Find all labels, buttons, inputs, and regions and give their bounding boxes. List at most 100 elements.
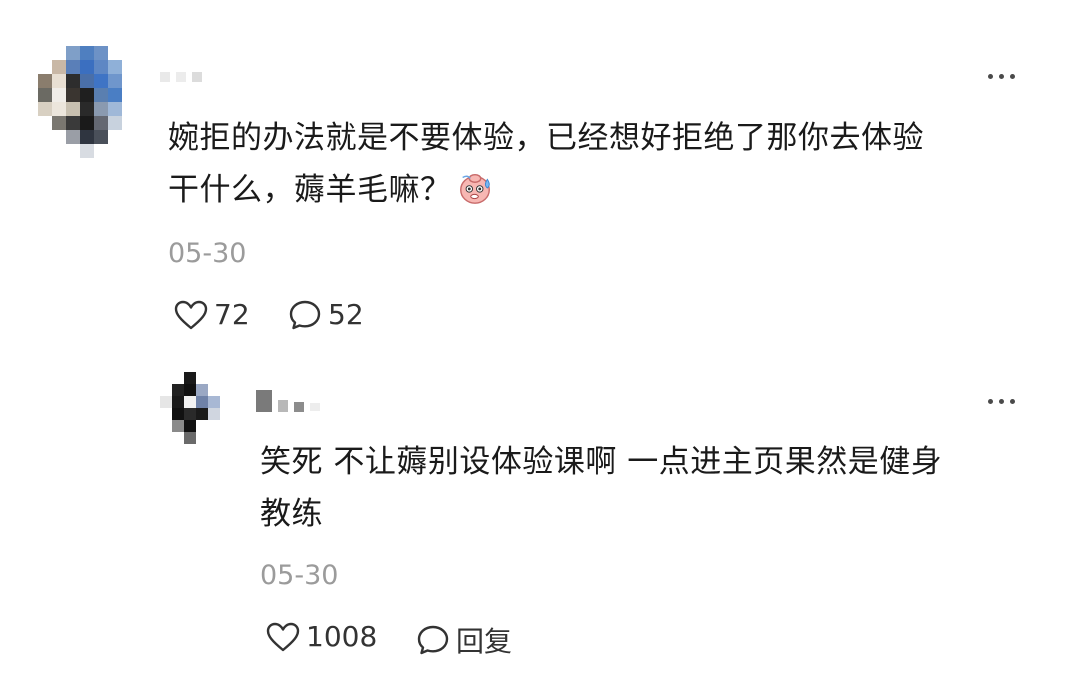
avatar-pixel: [52, 144, 66, 158]
avatar[interactable]: [160, 372, 232, 444]
comment-text: 婉拒的办法就是不要体验，已经想好拒绝了那你去体验 干什么，薅羊毛嘛？: [168, 112, 924, 216]
more-icon[interactable]: [988, 399, 1015, 404]
avatar-pixel: [160, 384, 172, 396]
avatar-pixel: [196, 432, 208, 444]
username[interactable]: [160, 72, 202, 82]
avatar-pixel: [220, 396, 232, 408]
avatar-pixel: [94, 74, 108, 88]
avatar-pixel: [196, 384, 208, 396]
avatar-pixel: [108, 74, 122, 88]
avatar-pixel: [172, 384, 184, 396]
avatar-pixel: [52, 60, 66, 74]
avatar-pixel: [196, 408, 208, 420]
avatar-pixel: [66, 88, 80, 102]
avatar-pixel: [38, 88, 52, 102]
avatar-pixel: [38, 130, 52, 144]
avatar-pixel: [122, 46, 136, 60]
avatar-pixel: [80, 144, 94, 158]
avatar-pixel: [80, 102, 94, 116]
avatar-pixel: [66, 46, 80, 60]
avatar-pixel: [94, 116, 108, 130]
avatar-pixel: [38, 46, 52, 60]
avatar-pixel: [52, 102, 66, 116]
heart-icon: [174, 300, 208, 329]
avatar-pixel: [122, 60, 136, 74]
avatar-pixel: [38, 60, 52, 74]
avatar-pixel: [160, 420, 172, 432]
comment-icon: [289, 300, 321, 329]
avatar-pixel: [196, 372, 208, 384]
avatar-pixel: [208, 432, 220, 444]
avatar-pixel: [66, 116, 80, 130]
avatar-pixel: [38, 144, 52, 158]
avatar-pixel: [160, 372, 172, 384]
avatar-pixel: [94, 88, 108, 102]
avatar-pixel: [220, 384, 232, 396]
avatar-pixel: [208, 420, 220, 432]
avatar-pixel: [80, 116, 94, 130]
avatar-pixel: [108, 130, 122, 144]
avatar-pixel: [66, 102, 80, 116]
reply-line: 笑死 不让薅别设体验课啊 一点进主页果然是健身: [260, 444, 943, 480]
avatar-pixel: [94, 60, 108, 74]
avatar-pixel: [108, 116, 122, 130]
avatar-pixel: [208, 396, 220, 408]
more-icon[interactable]: [988, 74, 1015, 79]
avatar-pixel: [80, 60, 94, 74]
avatar-pixel: [220, 408, 232, 420]
reply-count: 52: [328, 298, 364, 331]
avatar-pixel: [184, 408, 196, 420]
avatar-pixel: [184, 420, 196, 432]
avatar-pixel: [66, 144, 80, 158]
avatar-pixel: [184, 432, 196, 444]
avatar-pixel: [80, 74, 94, 88]
like-count: 72: [214, 298, 250, 331]
comment-date: 05-30: [168, 238, 247, 269]
avatar-pixel: [108, 102, 122, 116]
avatar-pixel: [52, 46, 66, 60]
comment-line: 婉拒的办法就是不要体验，已经想好拒绝了那你去体验: [168, 120, 924, 156]
avatar-pixel: [172, 432, 184, 444]
avatar-pixel: [94, 102, 108, 116]
avatar-pixel: [94, 46, 108, 60]
avatar-pixel: [220, 420, 232, 432]
avatar-pixel: [52, 74, 66, 88]
avatar-pixel: [52, 88, 66, 102]
avatar-pixel: [94, 130, 108, 144]
like-button[interactable]: 72: [174, 298, 250, 331]
avatar-pixel: [122, 88, 136, 102]
avatar-pixel: [38, 116, 52, 130]
avatar-pixel: [172, 372, 184, 384]
reply-label: 回复: [456, 625, 513, 658]
comment-icon: [417, 625, 449, 655]
avatar-pixel: [208, 372, 220, 384]
sweat-emoji-icon: [459, 173, 490, 204]
avatar-pixel: [160, 408, 172, 420]
avatar-pixel: [172, 408, 184, 420]
username[interactable]: [256, 390, 320, 412]
avatar-pixel: [108, 46, 122, 60]
avatar-pixel: [122, 116, 136, 130]
avatar-pixel: [108, 60, 122, 74]
avatar-pixel: [66, 60, 80, 74]
avatar-pixel: [52, 130, 66, 144]
avatar[interactable]: [38, 46, 136, 158]
avatar-pixel: [66, 130, 80, 144]
avatar-pixel: [220, 432, 232, 444]
avatar-pixel: [122, 144, 136, 158]
avatar-pixel: [172, 396, 184, 408]
avatar-pixel: [108, 144, 122, 158]
reply-line: 教练: [260, 496, 323, 532]
reply-text: 笑死 不让薅别设体验课啊 一点进主页果然是健身 教练: [260, 436, 942, 540]
heart-icon: [266, 622, 300, 651]
avatar-pixel: [172, 420, 184, 432]
comment-line: 干什么，薅羊毛嘛？: [168, 164, 924, 216]
avatar-pixel: [80, 88, 94, 102]
avatar-pixel: [80, 46, 94, 60]
reply-button[interactable]: 回复: [416, 620, 512, 660]
like-button[interactable]: 1008: [266, 620, 377, 653]
comment-button[interactable]: 52: [288, 298, 364, 331]
avatar-pixel: [38, 74, 52, 88]
avatar-pixel: [184, 384, 196, 396]
avatar-pixel: [208, 384, 220, 396]
